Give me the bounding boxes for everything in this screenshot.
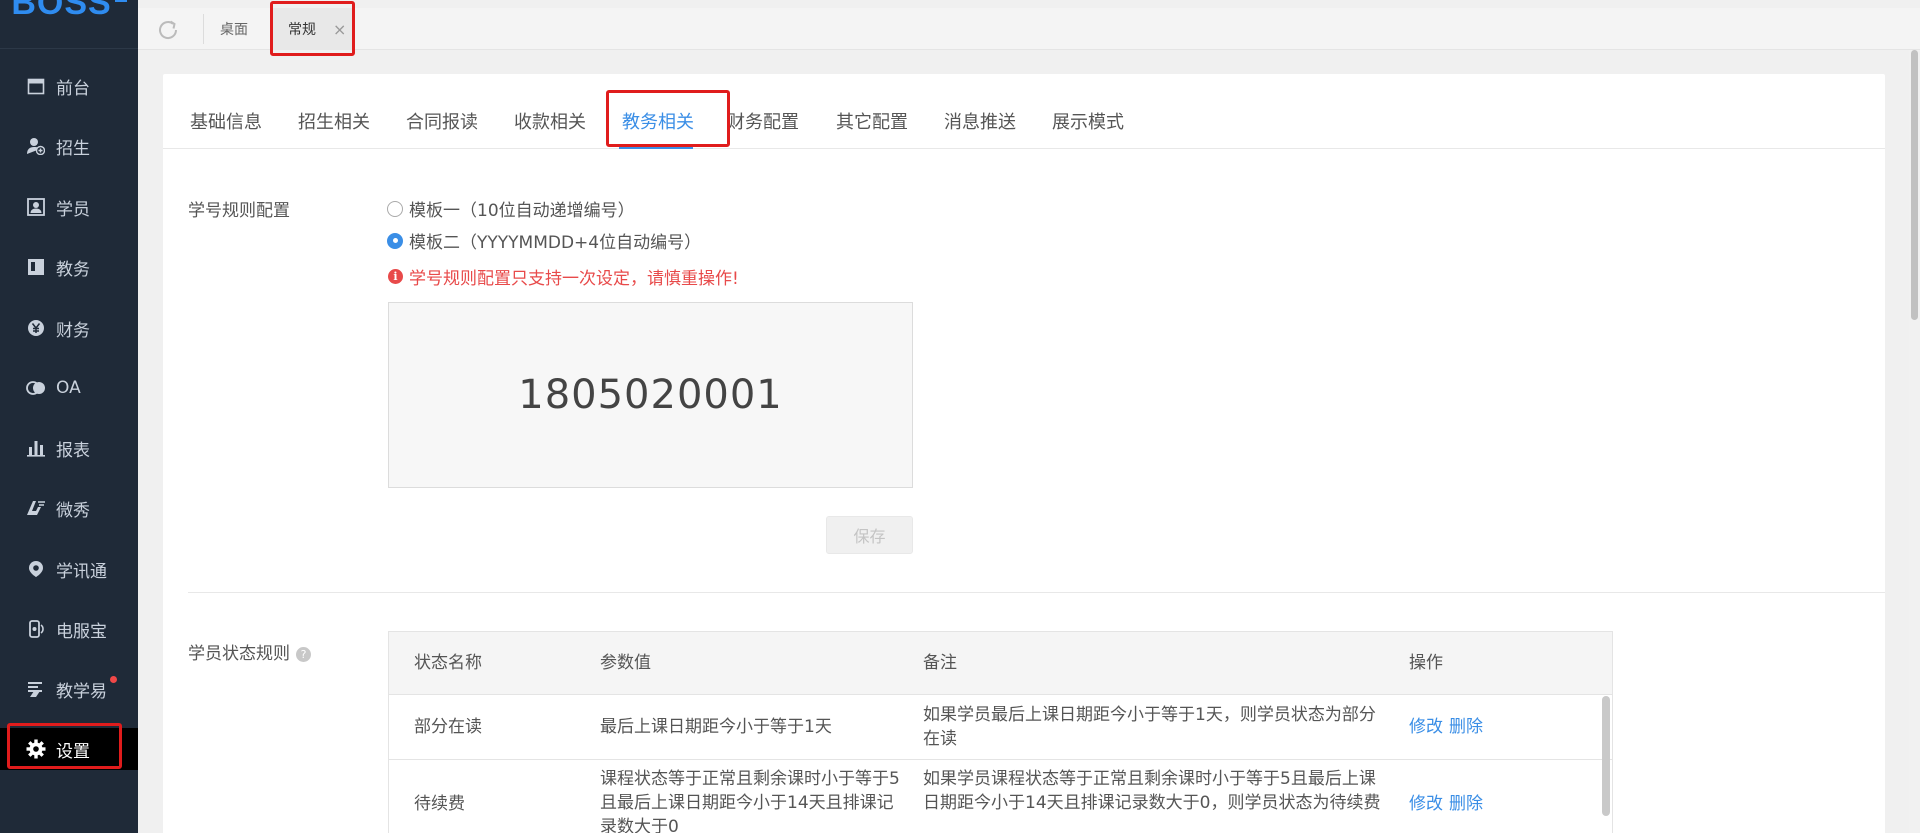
calendar-icon xyxy=(26,76,46,96)
header-actions: 操作 xyxy=(1409,653,1443,673)
settings-panel: 基础信息 招生相关 合同报读 收款相关 教务相关 财务配置 其它配置 消息推送 … xyxy=(163,74,1885,833)
rule-warning: i 学号规则配置只支持一次设定，请慎重操作! xyxy=(388,264,739,289)
tab-desktop[interactable]: 桌面 xyxy=(220,8,274,50)
close-icon[interactable]: × xyxy=(333,20,346,39)
bar-chart-icon xyxy=(26,438,46,458)
row-actions: 修改 删除 xyxy=(1409,792,1489,816)
param-value: 最后上课日期距今小于等于1天 xyxy=(600,717,832,737)
table-row: 待续费 课程状态等于正常且剩余课时小于等于5且最后上课日期距今小于14天且排课记… xyxy=(389,760,1612,833)
subtab-payment[interactable]: 收款相关 xyxy=(514,108,586,134)
gear-icon xyxy=(26,739,46,759)
template-two-option[interactable]: 模板二（YYYYMMDD+4位自动编号） xyxy=(387,228,701,253)
sidebar-item-reports[interactable]: 报表 xyxy=(0,427,138,469)
header-param-value: 参数值 xyxy=(600,653,651,673)
section-divider xyxy=(188,592,1885,593)
subtab-other-config[interactable]: 其它配置 xyxy=(836,108,908,134)
tab-label: 常规 xyxy=(288,22,316,38)
user-add-icon xyxy=(26,136,46,156)
book-icon xyxy=(26,257,46,277)
sidebar-item-jiaoxueyi[interactable]: 教学易 xyxy=(0,668,138,710)
sidebar-item-label: 招生 xyxy=(56,138,90,159)
app-logo: BOSS xyxy=(0,0,138,49)
warning-icon: i xyxy=(388,269,403,284)
status-rules-label: 学员状态规则? xyxy=(188,639,311,664)
top-tab-bar: 桌面 常规 × xyxy=(138,8,1920,50)
edit-link[interactable]: 修改 xyxy=(1409,717,1443,737)
sidebar-item-enrollment[interactable]: 招生 xyxy=(0,125,138,167)
active-tab-indicator xyxy=(619,146,693,149)
sidebar: BOSS 前台 招生 学员 教务 财务 OA 报表 微秀 学讯通 电服宝 教学易… xyxy=(0,0,138,833)
subtab-finance-config[interactable]: 财务配置 xyxy=(727,108,799,134)
remark: 如果学员最后上课日期距今小于等于1天，则学员状态为部分在读 xyxy=(923,705,1376,749)
delete-link[interactable]: 删除 xyxy=(1449,717,1483,737)
sidebar-item-label: 学讯通 xyxy=(56,561,107,582)
subtab-message-push[interactable]: 消息推送 xyxy=(944,108,1016,134)
row-actions: 修改 删除 xyxy=(1409,715,1489,739)
student-no-rule-label: 学号规则配置 xyxy=(188,201,290,221)
sidebar-item-oa[interactable]: OA xyxy=(0,367,138,409)
student-no-preview: 1805020001 xyxy=(388,302,913,488)
tab-divider xyxy=(203,14,204,44)
header-remark: 备注 xyxy=(923,653,957,673)
param-value: 课程状态等于正常且剩余课时小于等于5且最后上课日期距今小于14天且排课记录数大于… xyxy=(600,769,900,833)
table-scrollbar[interactable] xyxy=(1602,696,1610,816)
subtab-display-mode[interactable]: 展示模式 xyxy=(1052,108,1124,134)
sidebar-item-label: 教务 xyxy=(56,259,90,280)
sidebar-item-label: 教学易 xyxy=(56,681,107,702)
help-icon[interactable]: ? xyxy=(296,646,311,662)
subtab-academic[interactable]: 教务相关 xyxy=(622,108,694,134)
subtab-enrollment[interactable]: 招生相关 xyxy=(298,108,370,134)
sidebar-item-label: 电服宝 xyxy=(56,621,107,642)
sidebar-item-label: 报表 xyxy=(56,440,90,461)
page-scrollbar[interactable] xyxy=(1909,50,1920,833)
subtab-basic-info[interactable]: 基础信息 xyxy=(190,108,262,134)
status-name: 待续费 xyxy=(414,794,465,814)
sidebar-item-finance[interactable]: 财务 xyxy=(0,307,138,349)
warning-text: 学号规则配置只支持一次设定，请慎重操作! xyxy=(409,269,739,289)
tab-label: 桌面 xyxy=(220,22,248,38)
phone-icon xyxy=(26,619,46,639)
sidebar-item-label: 微秀 xyxy=(56,500,90,521)
delete-link[interactable]: 删除 xyxy=(1449,794,1483,814)
sidebar-item-settings[interactable]: 设置 xyxy=(0,728,138,770)
chat-icon xyxy=(26,378,46,398)
sidebar-item-label: 学员 xyxy=(56,199,90,220)
save-button[interactable]: 保存 xyxy=(826,516,913,554)
sidebar-item-label: 财务 xyxy=(56,320,90,341)
radio-template-two[interactable] xyxy=(387,232,403,249)
radio-template-one[interactable] xyxy=(387,200,403,217)
template-two-label: 模板二（YYYYMMDD+4位自动编号） xyxy=(409,233,702,253)
sidebar-item-students[interactable]: 学员 xyxy=(0,186,138,228)
table-header: 状态名称 参数值 备注 操作 xyxy=(389,632,1612,695)
teach-icon xyxy=(26,679,46,699)
sidebar-item-label: 设置 xyxy=(56,741,90,762)
sidebar-item-xuexuntong[interactable]: 学讯通 xyxy=(0,548,138,590)
status-rules-table: 状态名称 参数值 备注 操作 部分在读 最后上课日期距今小于等于1天 如果学员最… xyxy=(388,631,1613,833)
template-one-label: 模板一（10位自动递增编号） xyxy=(409,201,635,221)
remark: 如果学员课程状态等于正常且剩余课时小于等于5且最后上课日期距今小于14天且排课记… xyxy=(923,769,1381,813)
sidebar-item-label: 前台 xyxy=(56,78,90,99)
sidebar-item-front-desk[interactable]: 前台 xyxy=(0,65,138,107)
sidebar-item-label: OA xyxy=(56,378,81,398)
table-row: 部分在读 最后上课日期距今小于等于1天 如果学员最后上课日期距今小于等于1天，则… xyxy=(389,695,1612,760)
subtab-contract[interactable]: 合同报读 xyxy=(406,108,478,134)
status-name: 部分在读 xyxy=(414,717,482,737)
settings-subtabs: 基础信息 招生相关 合同报读 收款相关 教务相关 财务配置 其它配置 消息推送 … xyxy=(163,74,1885,149)
tab-general[interactable]: 常规 × xyxy=(273,8,355,50)
location-icon xyxy=(26,559,46,579)
template-one-option[interactable]: 模板一（10位自动递增编号） xyxy=(387,196,635,221)
edit-link[interactable]: 修改 xyxy=(1409,794,1443,814)
id-card-icon xyxy=(26,197,46,217)
weixiu-icon xyxy=(26,498,46,518)
refresh-icon[interactable] xyxy=(156,18,180,42)
sidebar-item-academic[interactable]: 教务 xyxy=(0,246,138,288)
header-status-name: 状态名称 xyxy=(414,653,482,673)
yen-icon xyxy=(26,318,46,338)
sidebar-item-dianfubao[interactable]: 电服宝 xyxy=(0,608,138,650)
page-scrollbar-thumb[interactable] xyxy=(1911,50,1918,320)
notification-badge xyxy=(110,676,117,683)
sidebar-item-weixiu[interactable]: 微秀 xyxy=(0,487,138,529)
